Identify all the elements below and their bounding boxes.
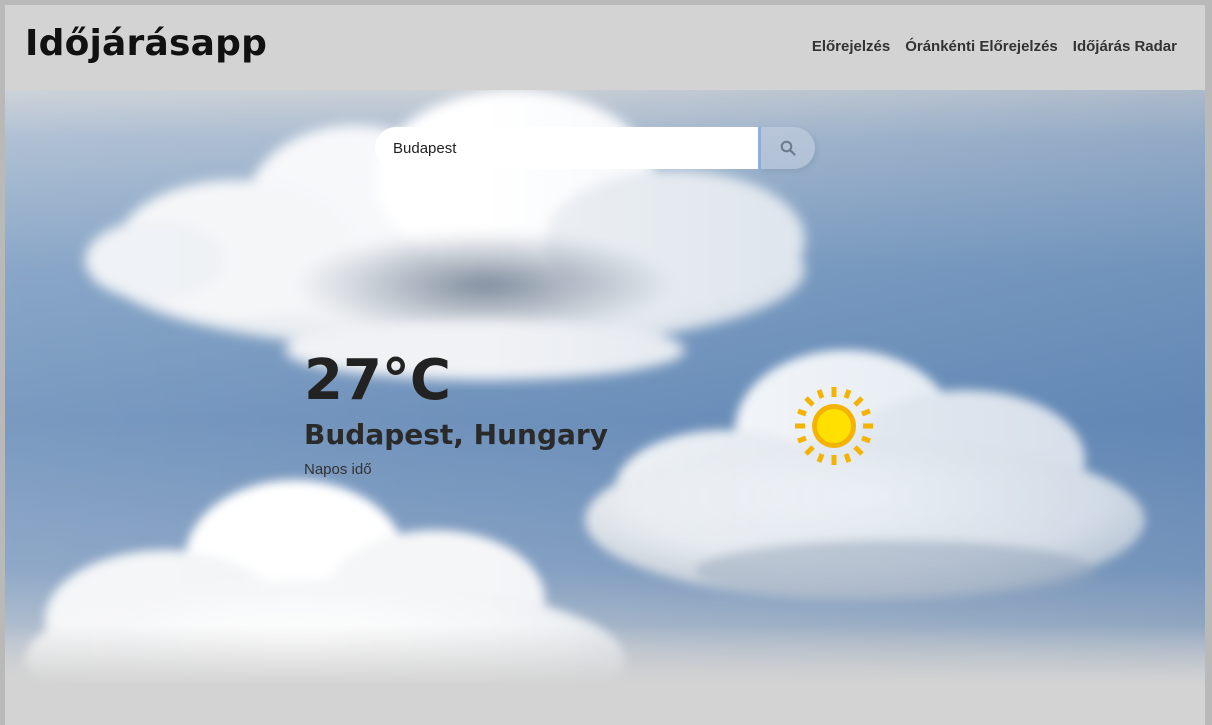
nav-item-weather-radar[interactable]: Időjárás Radar <box>1073 38 1177 55</box>
bottom-fade <box>5 625 1205 725</box>
main-nav: Előrejelzés Óránkénti Előrejelzés Időjár… <box>812 38 1177 55</box>
current-weather: 27°C Budapest, Hungary Napos idő <box>304 350 608 478</box>
cloud-right <box>585 350 1145 600</box>
search-button[interactable] <box>761 127 815 169</box>
weather-description: Napos idő <box>304 460 372 478</box>
temperature: 27°C <box>304 348 452 413</box>
header: Időjárásapp Előrejelzés Óránkénti Előrej… <box>5 5 1205 90</box>
app-logo[interactable]: Időjárásapp <box>25 23 267 64</box>
search-input[interactable] <box>375 127 761 169</box>
location-name: Budapest, Hungary <box>304 417 608 451</box>
search-bar <box>375 127 815 169</box>
nav-item-hourly-forecast[interactable]: Óránkénti Előrejelzés <box>905 38 1058 55</box>
nav-item-forecast[interactable]: Előrejelzés <box>812 38 890 55</box>
sun-icon <box>795 387 873 465</box>
search-icon <box>780 140 796 156</box>
app-window: Időjárásapp Előrejelzés Óránkénti Előrej… <box>5 5 1205 725</box>
